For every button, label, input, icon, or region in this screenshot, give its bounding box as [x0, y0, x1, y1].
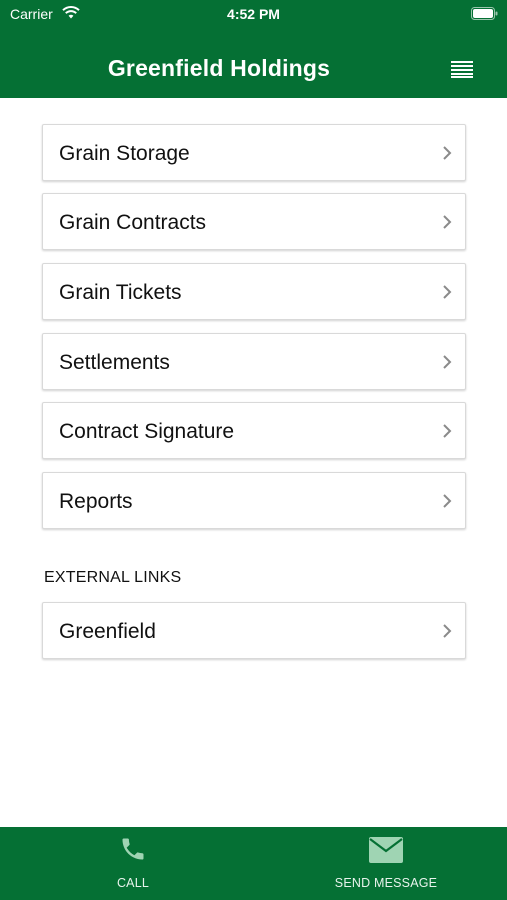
chevron-right-icon: [443, 355, 452, 369]
menu-item-grain-contracts[interactable]: Grain Contracts: [42, 193, 466, 250]
chevron-right-icon: [443, 424, 452, 438]
menu-item-label: Grain Storage: [59, 142, 190, 165]
menu-button[interactable]: [447, 56, 477, 82]
chevron-right-icon: [443, 624, 452, 638]
menu-item-grain-storage[interactable]: Grain Storage: [42, 124, 466, 181]
chevron-right-icon: [443, 494, 452, 508]
status-bar: Carrier 4:52 PM: [0, 0, 507, 28]
battery-icon: [471, 7, 498, 20]
menu-item-settlements[interactable]: Settlements: [42, 333, 466, 390]
menu-item-label: Grain Tickets: [59, 281, 182, 304]
menu-item-label: Reports: [59, 490, 133, 513]
menu-item-label: Contract Signature: [59, 420, 235, 443]
phone-icon: [122, 838, 144, 860]
chevron-right-icon: [443, 215, 452, 229]
external-link-greenfield[interactable]: Greenfield: [42, 602, 466, 659]
page-title: Greenfield Holdings: [107, 55, 331, 81]
tab-bar: CALL SEND MESSAGE: [0, 827, 507, 900]
menu-item-grain-tickets[interactable]: Grain Tickets: [42, 263, 466, 320]
chevron-right-icon: [443, 146, 452, 160]
chevron-right-icon: [443, 285, 452, 299]
send-message-label: SEND MESSAGE: [334, 876, 438, 890]
external-link-label: Greenfield: [59, 620, 156, 643]
call-button[interactable]: CALL: [68, 827, 198, 900]
send-message-button[interactable]: SEND MESSAGE: [316, 827, 456, 900]
menu-item-label: Settlements: [59, 351, 170, 374]
envelope-icon: [369, 837, 403, 863]
menu-item-label: Grain Contracts: [59, 211, 207, 234]
menu-item-reports[interactable]: Reports: [42, 472, 466, 529]
app-header: Carrier 4:52 PM Greenfield Holdings: [0, 0, 507, 98]
menu-item-contract-signature[interactable]: Contract Signature: [42, 402, 466, 459]
call-label: CALL: [116, 876, 150, 890]
external-links-header: EXTERNAL LINKS: [44, 569, 182, 586]
clock: 4:52 PM: [227, 6, 280, 22]
